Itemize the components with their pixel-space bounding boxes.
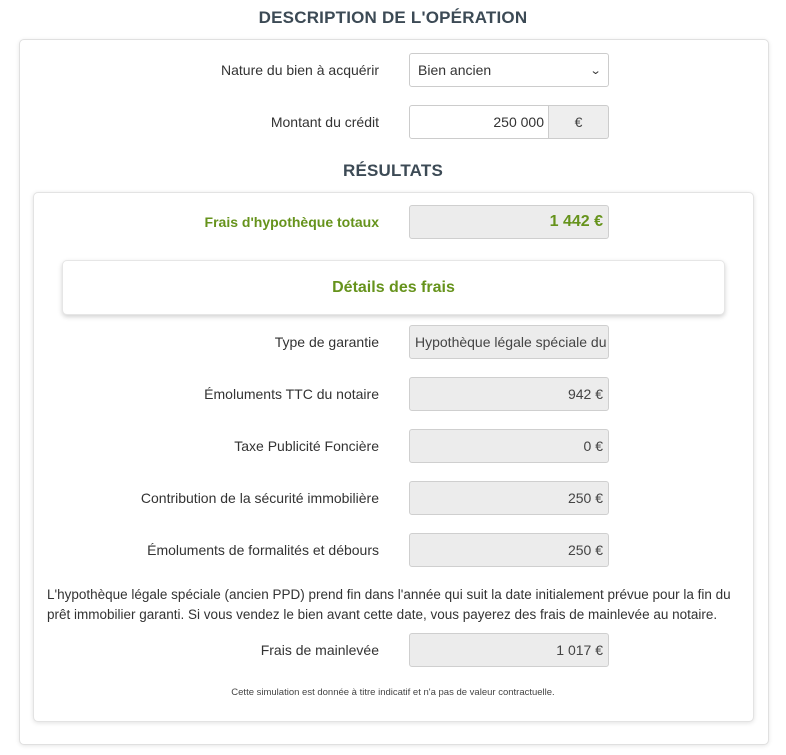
details-header: Détails des frais <box>62 260 725 315</box>
montant-label: Montant du crédit <box>270 114 379 130</box>
chevron-down-icon: ⌄ <box>589 64 602 77</box>
formalites-label: Émoluments de formalités et débours <box>147 542 379 558</box>
total-label: Frais d'hypothèque totaux <box>204 214 379 230</box>
details-title: Détails des frais <box>332 278 455 296</box>
results-title: RÉSULTATS <box>342 161 443 180</box>
emoluments-field: 942 € <box>409 377 609 411</box>
montant-input-group: 250 000 € <box>409 105 609 139</box>
mainlevee-label: Frais de mainlevée <box>260 642 379 658</box>
taxe-label: Taxe Publicité Foncière <box>234 438 379 454</box>
mainlevee-note: L'hypothèque légale spéciale (ancien PPD… <box>47 587 731 622</box>
nature-label: Nature du bien à acquérir <box>221 62 379 78</box>
contribution-label: Contribution de la sécurité immobilière <box>140 490 379 506</box>
description-title: DESCRIPTION DE L'OPÉRATION <box>258 8 528 27</box>
formalites-field: 250 € <box>409 533 609 567</box>
montant-input[interactable]: 250 000 <box>409 105 549 139</box>
nature-select-value: Bien ancien <box>418 62 492 78</box>
emoluments-label: Émoluments TTC du notaire <box>204 386 379 402</box>
garantie-label: Type de garantie <box>274 334 379 350</box>
currency-addon: € <box>549 105 609 139</box>
mainlevee-field: 1 017 € <box>409 633 609 667</box>
contribution-field: 250 € <box>409 481 609 515</box>
garantie-field: Hypothèque légale spéciale du <box>409 325 609 359</box>
taxe-field: 0 € <box>409 429 609 463</box>
nature-select[interactable]: Bien ancien ⌄ <box>409 53 609 87</box>
total-field: 1 442 € <box>409 205 609 239</box>
disclaimer: Cette simulation est donnée à titre indi… <box>231 687 555 698</box>
